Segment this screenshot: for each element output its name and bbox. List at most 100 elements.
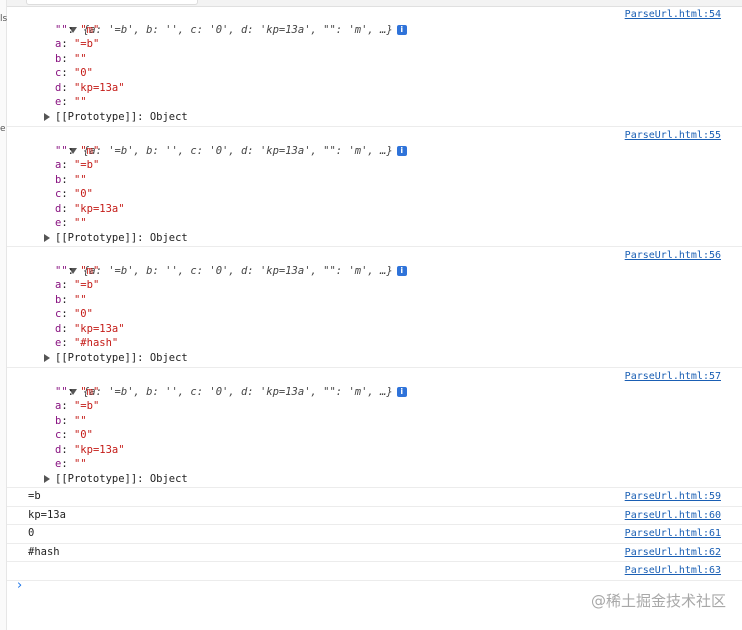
property-value: "" xyxy=(73,414,87,427)
source-link[interactable]: ParseUrl.html:56 xyxy=(625,250,721,261)
object-summary: {a: '=b', b: '', c: '0', d: 'kp=13a', ""… xyxy=(82,385,393,398)
property-row: e: "" xyxy=(55,457,87,470)
property-value: "kp=13a" xyxy=(73,202,125,215)
prototype-label: [[Prototype]]: Object xyxy=(55,472,188,485)
info-icon[interactable]: i xyxy=(396,145,407,156)
info-icon[interactable]: i xyxy=(396,25,407,35)
property-value: "0" xyxy=(73,308,93,320)
console-log-entry: #hash ParseUrl.html:62 xyxy=(7,544,742,562)
log-text: kp=13a xyxy=(28,508,66,521)
property-row: b: "" xyxy=(55,53,87,65)
property-row: c: "0" xyxy=(55,67,93,79)
source-link[interactable]: ParseUrl.html:61 xyxy=(625,528,721,539)
property-key: "" xyxy=(55,24,68,36)
property-key: "" xyxy=(55,385,68,398)
source-link[interactable]: ParseUrl.html:55 xyxy=(625,130,721,141)
console-output: {a: '=b', b: '', c: '0', d: 'kp=13a', ""… xyxy=(7,6,742,581)
object-summary: {a: '=b', b: '', c: '0', d: 'kp=13a', ""… xyxy=(82,144,393,157)
source-link[interactable]: ParseUrl.html:59 xyxy=(625,491,721,502)
console-object-entry: {a: '=b', b: '', c: '0', d: 'kp=13a', ""… xyxy=(7,6,742,127)
property-row: d: "kp=13a" xyxy=(55,323,125,335)
expand-triangle-icon[interactable] xyxy=(44,113,50,121)
object-summary: {a: '=b', b: '', c: '0', d: 'kp=13a', ""… xyxy=(82,24,393,36)
property-key: "" xyxy=(55,265,68,277)
prototype-label: [[Prototype]]: Object xyxy=(55,231,188,244)
property-row: e: "" xyxy=(55,96,87,108)
property-value: "=b" xyxy=(73,158,100,171)
property-key: "" xyxy=(55,144,68,157)
property-value: "" xyxy=(73,173,87,186)
source-link[interactable]: ParseUrl.html:57 xyxy=(625,371,721,382)
gutter-mark: e xyxy=(0,124,6,134)
prototype-label: [[Prototype]]: Object xyxy=(55,111,188,123)
property-row: b: "" xyxy=(55,294,87,306)
object-header[interactable]: {a: '=b', b: '', c: '0', d: 'kp=13a', ""… xyxy=(31,371,407,398)
property-value: "m" xyxy=(80,385,100,398)
property-value: "=b" xyxy=(73,38,100,50)
console-log-entry: 0 ParseUrl.html:61 xyxy=(7,525,742,544)
property-row: "": "m" xyxy=(55,144,100,157)
source-link[interactable]: ParseUrl.html:54 xyxy=(625,9,721,20)
object-header[interactable]: {a: '=b', b: '', c: '0', d: 'kp=13a', ""… xyxy=(31,250,407,277)
property-row: d: "kp=13a" xyxy=(55,82,125,94)
object-summary: {a: '=b', b: '', c: '0', d: 'kp=13a', ""… xyxy=(82,265,393,277)
property-value: "0" xyxy=(73,187,93,200)
property-value: "kp=13a" xyxy=(73,443,125,456)
property-row: "": "m" xyxy=(55,265,100,277)
console-prompt-icon[interactable]: › xyxy=(17,578,22,593)
object-header[interactable]: {a: '=b', b: '', c: '0', d: 'kp=13a', ""… xyxy=(31,130,407,157)
console-object-entry: {a: '=b', b: '', c: '0', d: 'kp=13a', ""… xyxy=(7,247,742,368)
source-link[interactable]: ParseUrl.html:63 xyxy=(625,565,721,576)
expand-triangle-icon[interactable] xyxy=(44,233,50,242)
property-row: b: "" xyxy=(55,414,87,427)
prototype-row[interactable]: [[Prototype]]: Object xyxy=(44,231,188,245)
prototype-row[interactable]: [[Prototype]]: Object xyxy=(44,351,188,365)
property-row: e: "#hash" xyxy=(55,337,119,349)
property-value: "kp=13a" xyxy=(73,82,125,94)
property-value: "" xyxy=(73,294,87,306)
left-panel-edge: ls e xyxy=(0,0,7,630)
prototype-row[interactable]: [[Prototype]]: Object xyxy=(44,472,188,486)
source-link[interactable]: ParseUrl.html:62 xyxy=(625,547,721,558)
property-value: "" xyxy=(73,457,87,470)
property-row: a: "=b" xyxy=(55,399,100,412)
property-value: "kp=13a" xyxy=(73,323,125,335)
property-row: e: "" xyxy=(55,216,87,229)
log-text: #hash xyxy=(28,545,60,558)
log-text: 0 xyxy=(28,527,35,539)
property-row: d: "kp=13a" xyxy=(55,443,125,456)
property-row: a: "=b" xyxy=(55,38,100,50)
info-icon[interactable]: i xyxy=(396,386,407,397)
property-row: "": "m" xyxy=(55,24,100,36)
expand-triangle-icon[interactable] xyxy=(44,474,50,483)
property-value: "m" xyxy=(80,144,100,157)
property-value: "0" xyxy=(73,67,93,79)
property-value: "" xyxy=(73,216,87,229)
property-row: a: "=b" xyxy=(55,279,100,291)
property-value: "=b" xyxy=(73,279,100,291)
property-row: a: "=b" xyxy=(55,158,100,171)
prototype-row[interactable]: [[Prototype]]: Object xyxy=(44,110,188,124)
property-value: "" xyxy=(73,53,87,65)
log-text: =b xyxy=(28,490,41,502)
expand-triangle-icon[interactable] xyxy=(44,354,50,362)
console-log-entry: =b ParseUrl.html:59 xyxy=(7,488,742,507)
console-object-entry: {a: '=b', b: '', c: '0', d: 'kp=13a', ""… xyxy=(7,368,742,488)
object-header[interactable]: {a: '=b', b: '', c: '0', d: 'kp=13a', ""… xyxy=(31,9,407,36)
console-object-entry: {a: '=b', b: '', c: '0', d: 'kp=13a', ""… xyxy=(7,127,742,247)
property-row: c: "0" xyxy=(55,308,93,320)
filter-bar[interactable] xyxy=(26,0,198,5)
property-value: "" xyxy=(73,96,87,108)
property-value: "0" xyxy=(73,428,93,441)
property-value: "=b" xyxy=(73,399,100,412)
console-log-entry: kp=13a ParseUrl.html:60 xyxy=(7,507,742,525)
prototype-label: [[Prototype]]: Object xyxy=(55,352,188,364)
watermark: @稀土掘金技术社区 xyxy=(590,592,726,610)
property-value: "#hash" xyxy=(73,337,119,349)
property-row: "": "m" xyxy=(55,385,100,398)
info-icon[interactable]: i xyxy=(396,266,407,276)
source-link[interactable]: ParseUrl.html:60 xyxy=(625,510,721,521)
property-row: c: "0" xyxy=(55,428,93,441)
property-row: b: "" xyxy=(55,173,87,186)
console-log-entry: ParseUrl.html:63 xyxy=(7,562,742,581)
